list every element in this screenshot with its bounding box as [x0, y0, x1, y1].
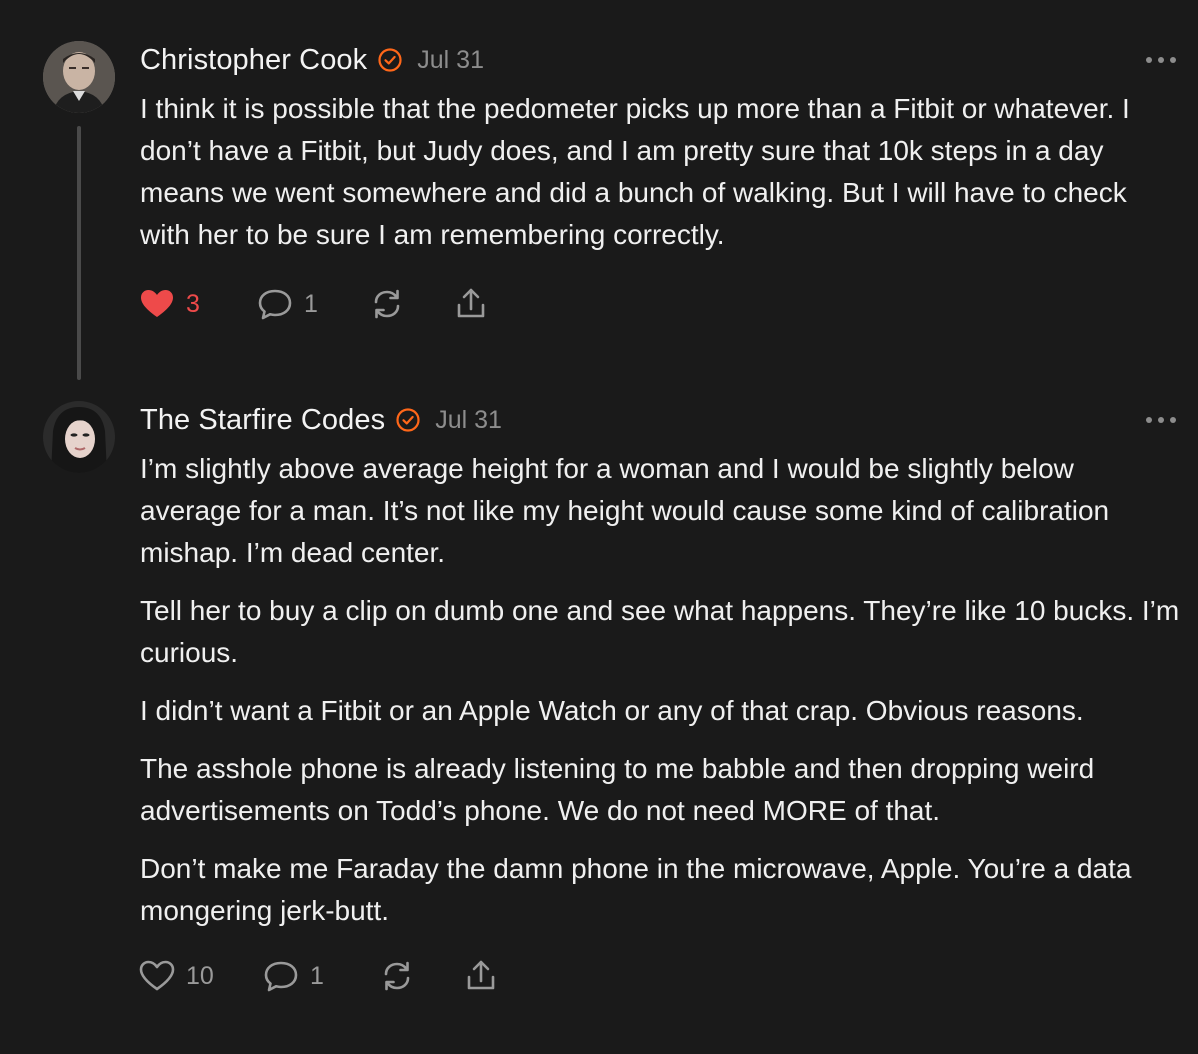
reply-count: 1	[304, 289, 318, 318]
heart-filled-icon	[138, 285, 176, 323]
comment-body: I think it is possible that the pedomete…	[140, 88, 1180, 272]
comments-thread: Christopher Cook Jul 31 I think it is po…	[0, 0, 1198, 1054]
comment-date[interactable]: Jul 31	[435, 406, 502, 435]
like-count: 3	[186, 289, 200, 318]
comment-header: Christopher Cook Jul 31	[140, 42, 484, 78]
avatar[interactable]	[43, 401, 115, 473]
like-button[interactable]: 3	[138, 285, 256, 323]
comment-paragraph: Tell her to buy a clip on dumb one and s…	[140, 595, 1180, 668]
share-button[interactable]	[452, 285, 490, 323]
comment-header: The Starfire Codes Jul 31	[140, 402, 502, 438]
like-button[interactable]: 10	[138, 957, 262, 995]
reply-button[interactable]: 1	[256, 285, 368, 323]
comment-bubble-icon	[262, 957, 300, 995]
restack-button[interactable]	[378, 957, 462, 995]
comment-paragraph: I didn’t want a Fitbit or an Apple Watch…	[140, 695, 1084, 726]
more-options-icon[interactable]	[1146, 50, 1176, 70]
comment-actions: 3 1	[138, 284, 490, 324]
reply-button[interactable]: 1	[262, 957, 378, 995]
share-icon	[452, 285, 490, 323]
more-options-icon[interactable]	[1146, 410, 1176, 430]
verified-badge-icon	[395, 407, 421, 433]
verified-badge-icon	[377, 47, 403, 73]
comment-paragraph: I think it is possible that the pedomete…	[140, 93, 1130, 250]
comment-actions: 10 1	[138, 956, 500, 996]
comment-bubble-icon	[256, 285, 294, 323]
reply-count: 1	[310, 961, 324, 990]
comment-paragraph: I’m slightly above average height for a …	[140, 453, 1110, 568]
like-count: 10	[186, 961, 214, 990]
comment-date[interactable]: Jul 31	[417, 46, 484, 75]
comment-paragraph: Don’t make me Faraday the damn phone in …	[140, 853, 1132, 926]
author-name[interactable]: The Starfire Codes	[140, 404, 385, 437]
restack-icon	[378, 957, 416, 995]
comment-paragraph: The asshole phone is already listening t…	[140, 753, 1095, 826]
thread-line	[77, 126, 81, 380]
restack-button[interactable]	[368, 285, 452, 323]
comment-body: I’m slightly above average height for a …	[140, 448, 1180, 948]
heart-outline-icon	[138, 957, 176, 995]
restack-icon	[368, 285, 406, 323]
author-name[interactable]: Christopher Cook	[140, 44, 367, 77]
share-button[interactable]	[462, 957, 500, 995]
avatar[interactable]	[43, 41, 115, 113]
share-icon	[462, 957, 500, 995]
